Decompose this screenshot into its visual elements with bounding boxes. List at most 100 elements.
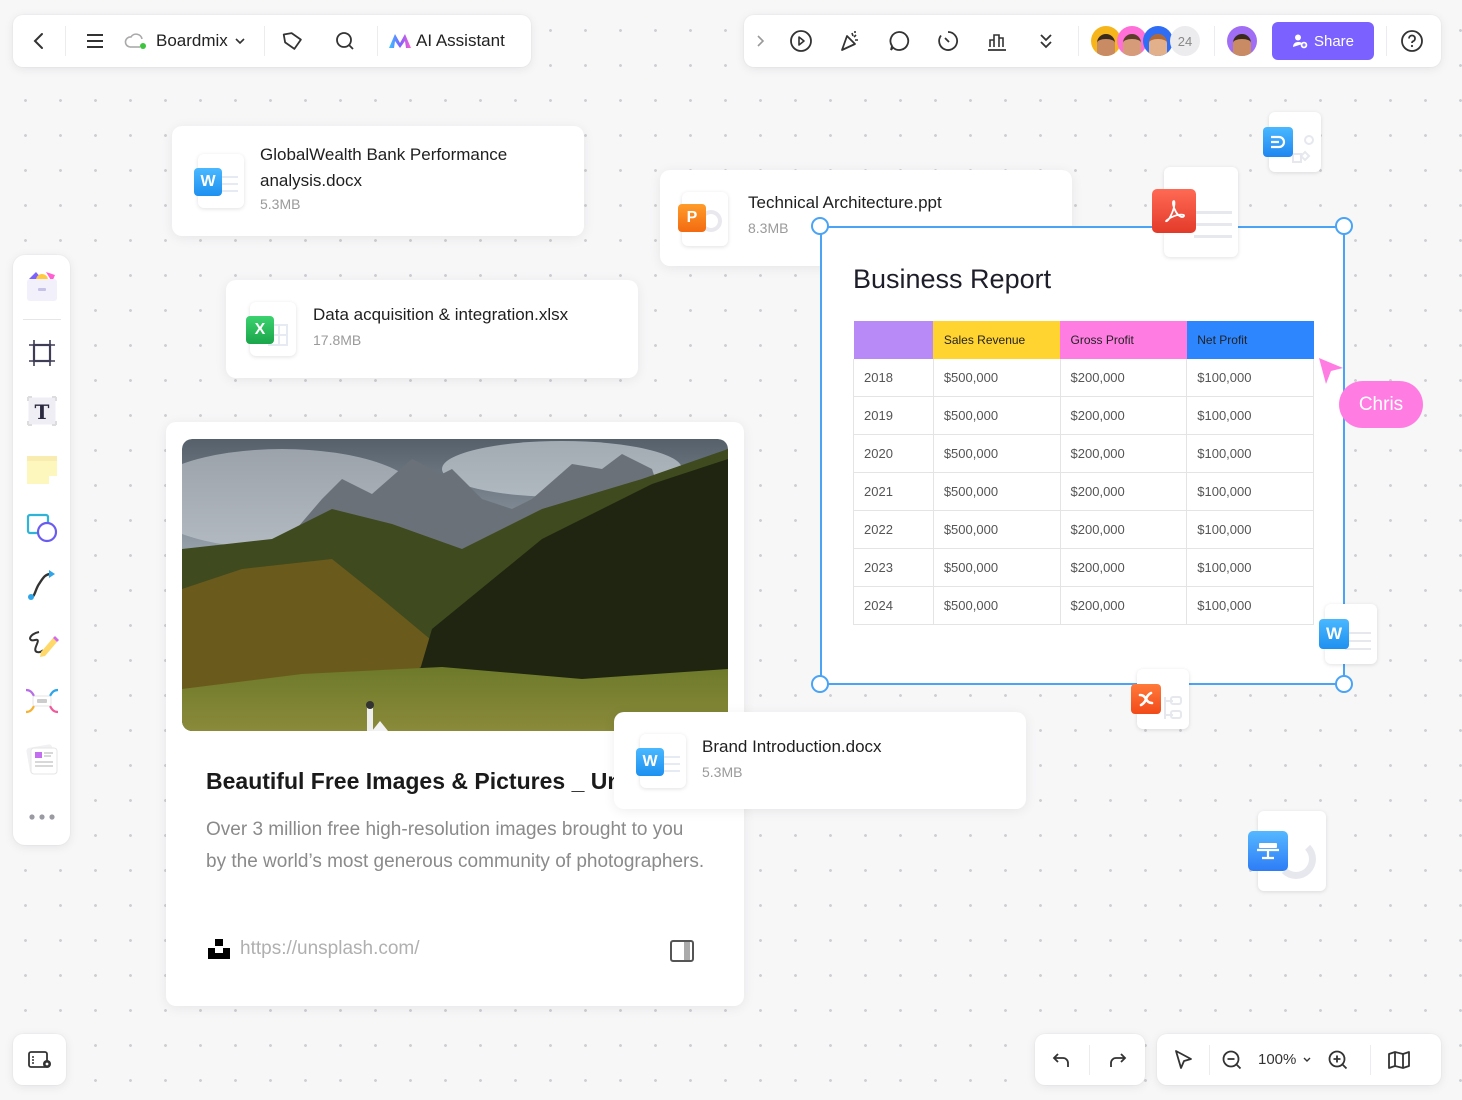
comment-button[interactable] <box>874 15 923 67</box>
search-button[interactable] <box>321 15 369 67</box>
table-cell[interactable]: $200,000 <box>1059 358 1188 397</box>
table-cell[interactable]: $100,000 <box>1186 586 1314 625</box>
table-row: 2020 $500,000 $200,000 $100,000 <box>853 434 1314 473</box>
pdf-file-icon[interactable] <box>1152 167 1238 257</box>
present-button[interactable] <box>776 15 825 67</box>
table-cell[interactable]: $100,000 <box>1186 472 1314 511</box>
table-row: 2022 $500,000 $200,000 $100,000 <box>853 510 1314 549</box>
table-cell[interactable]: $500,000 <box>932 472 1061 511</box>
frame-tool[interactable] <box>16 324 68 382</box>
ai-logo-icon <box>389 34 411 48</box>
table-cell[interactable]: $100,000 <box>1186 548 1314 587</box>
connector-tool[interactable] <box>16 556 68 614</box>
resize-handle-bottom-left[interactable] <box>811 675 829 693</box>
pen-icon <box>28 631 59 657</box>
file-card[interactable]: W Brand Introduction.docx 5.3MB <box>614 712 1026 809</box>
table-cell[interactable]: $500,000 <box>932 434 1061 473</box>
link-description: Over 3 million free high-resolution imag… <box>206 819 705 872</box>
zoom-in-button[interactable] <box>1316 1034 1360 1085</box>
zoom-in-icon <box>1328 1050 1348 1069</box>
zoom-out-button[interactable] <box>1210 1034 1254 1085</box>
file-card[interactable]: W GlobalWealth Bank Performance analysis… <box>172 126 584 236</box>
table-cell[interactable]: $500,000 <box>932 548 1061 587</box>
table-cell[interactable]: 2023 <box>853 548 934 587</box>
sidebar-view-icon[interactable] <box>670 940 694 962</box>
expand-toolbar-button[interactable] <box>744 15 776 67</box>
collaborator-name-tag: Chris <box>1339 381 1423 428</box>
minimap-button[interactable] <box>1371 1034 1427 1085</box>
unsplash-logo-icon <box>208 939 230 959</box>
resize-handle-bottom-right[interactable] <box>1335 675 1353 693</box>
link-url[interactable]: https://unsplash.com/ <box>240 938 420 960</box>
text-tool[interactable]: T <box>16 382 68 440</box>
help-button[interactable] <box>1387 15 1437 67</box>
zoom-controls: 100% <box>1157 1034 1441 1085</box>
xmind-file-icon[interactable] <box>1131 669 1189 731</box>
table-cell[interactable]: $200,000 <box>1059 396 1188 435</box>
table-cell[interactable]: 2019 <box>853 396 934 435</box>
tag-button[interactable] <box>265 15 321 67</box>
table-cell[interactable]: $200,000 <box>1059 434 1188 473</box>
presentation-file-icon[interactable] <box>1248 811 1326 893</box>
collaborators[interactable]: 24 <box>1091 26 1200 56</box>
table-cell[interactable]: $100,000 <box>1186 396 1314 435</box>
shape-tool[interactable] <box>16 498 68 556</box>
current-user-avatar[interactable] <box>1227 26 1257 56</box>
word-file-icon[interactable]: W <box>1319 604 1377 666</box>
table-cell[interactable]: 2018 <box>853 358 934 397</box>
resize-handle-top-left[interactable] <box>811 217 829 235</box>
mindmap-tool[interactable] <box>16 672 68 730</box>
resize-handle-top-right[interactable] <box>1335 217 1353 235</box>
vote-button[interactable] <box>972 15 1021 67</box>
back-button[interactable] <box>13 15 65 67</box>
table-cell[interactable]: 2020 <box>853 434 934 473</box>
template-tool[interactable] <box>16 257 68 315</box>
table-cell[interactable]: 2021 <box>853 472 934 511</box>
undo-button[interactable] <box>1035 1034 1089 1085</box>
table-cell[interactable]: $100,000 <box>1186 434 1314 473</box>
tag-icon <box>282 32 302 50</box>
share-button[interactable]: Share <box>1272 22 1374 60</box>
shape-icon <box>26 513 57 543</box>
table-cell[interactable]: 2024 <box>853 586 934 625</box>
file-card[interactable]: X Data acquisition & integration.xlsx 17… <box>226 280 638 378</box>
pen-tool[interactable] <box>16 614 68 672</box>
table-cell[interactable]: $100,000 <box>1186 358 1314 397</box>
menu-button[interactable] <box>66 15 124 67</box>
outline-panel-icon <box>27 1050 51 1068</box>
redo-button[interactable] <box>1090 1034 1144 1085</box>
table-header-cell: Gross Profit <box>1060 320 1187 359</box>
table-cell[interactable]: $200,000 <box>1059 510 1188 549</box>
collaborator-cursor-icon <box>1319 358 1343 384</box>
outline-button[interactable] <box>13 1034 66 1085</box>
table-cell[interactable]: 2022 <box>853 510 934 549</box>
table-cell[interactable]: $200,000 <box>1059 586 1188 625</box>
table-cell[interactable]: $500,000 <box>932 586 1061 625</box>
board-name-dropdown[interactable]: Boardmix <box>124 15 264 67</box>
mindmap-file-icon[interactable] <box>1263 112 1321 172</box>
table-cell[interactable]: $500,000 <box>932 358 1061 397</box>
table-cell[interactable]: $200,000 <box>1059 472 1188 511</box>
ai-assistant-label: AI Assistant <box>416 31 505 50</box>
celebrate-button[interactable] <box>825 15 874 67</box>
table-cell[interactable]: $100,000 <box>1186 510 1314 549</box>
file-name: Data acquisition & integration.xlsx <box>313 305 569 324</box>
collaborator-count: 24 <box>1170 26 1200 56</box>
card-tool[interactable] <box>16 730 68 788</box>
table-header-cell: Net Profit <box>1186 320 1314 359</box>
table-cell[interactable]: $500,000 <box>932 396 1061 435</box>
more-tools-button[interactable] <box>16 788 68 846</box>
add-user-icon <box>1292 34 1308 49</box>
select-tool-button[interactable] <box>1157 1034 1209 1085</box>
pointer-icon <box>1175 1049 1192 1069</box>
business-report-frame[interactable]: Business Report Sales Revenue Gross Prof… <box>820 226 1345 685</box>
sticky-note-tool[interactable] <box>16 440 68 498</box>
file-name: Technical Architecture.ppt <box>748 193 942 212</box>
report-table[interactable]: Sales Revenue Gross Profit Net Profit 20… <box>853 320 1314 625</box>
table-cell[interactable]: $200,000 <box>1059 548 1188 587</box>
more-tools-button[interactable] <box>1021 15 1070 67</box>
timer-button[interactable] <box>923 15 972 67</box>
zoom-level-dropdown[interactable]: 100% <box>1254 1034 1316 1085</box>
table-cell[interactable]: $500,000 <box>932 510 1061 549</box>
ai-assistant-button[interactable]: AI Assistant <box>378 15 515 67</box>
